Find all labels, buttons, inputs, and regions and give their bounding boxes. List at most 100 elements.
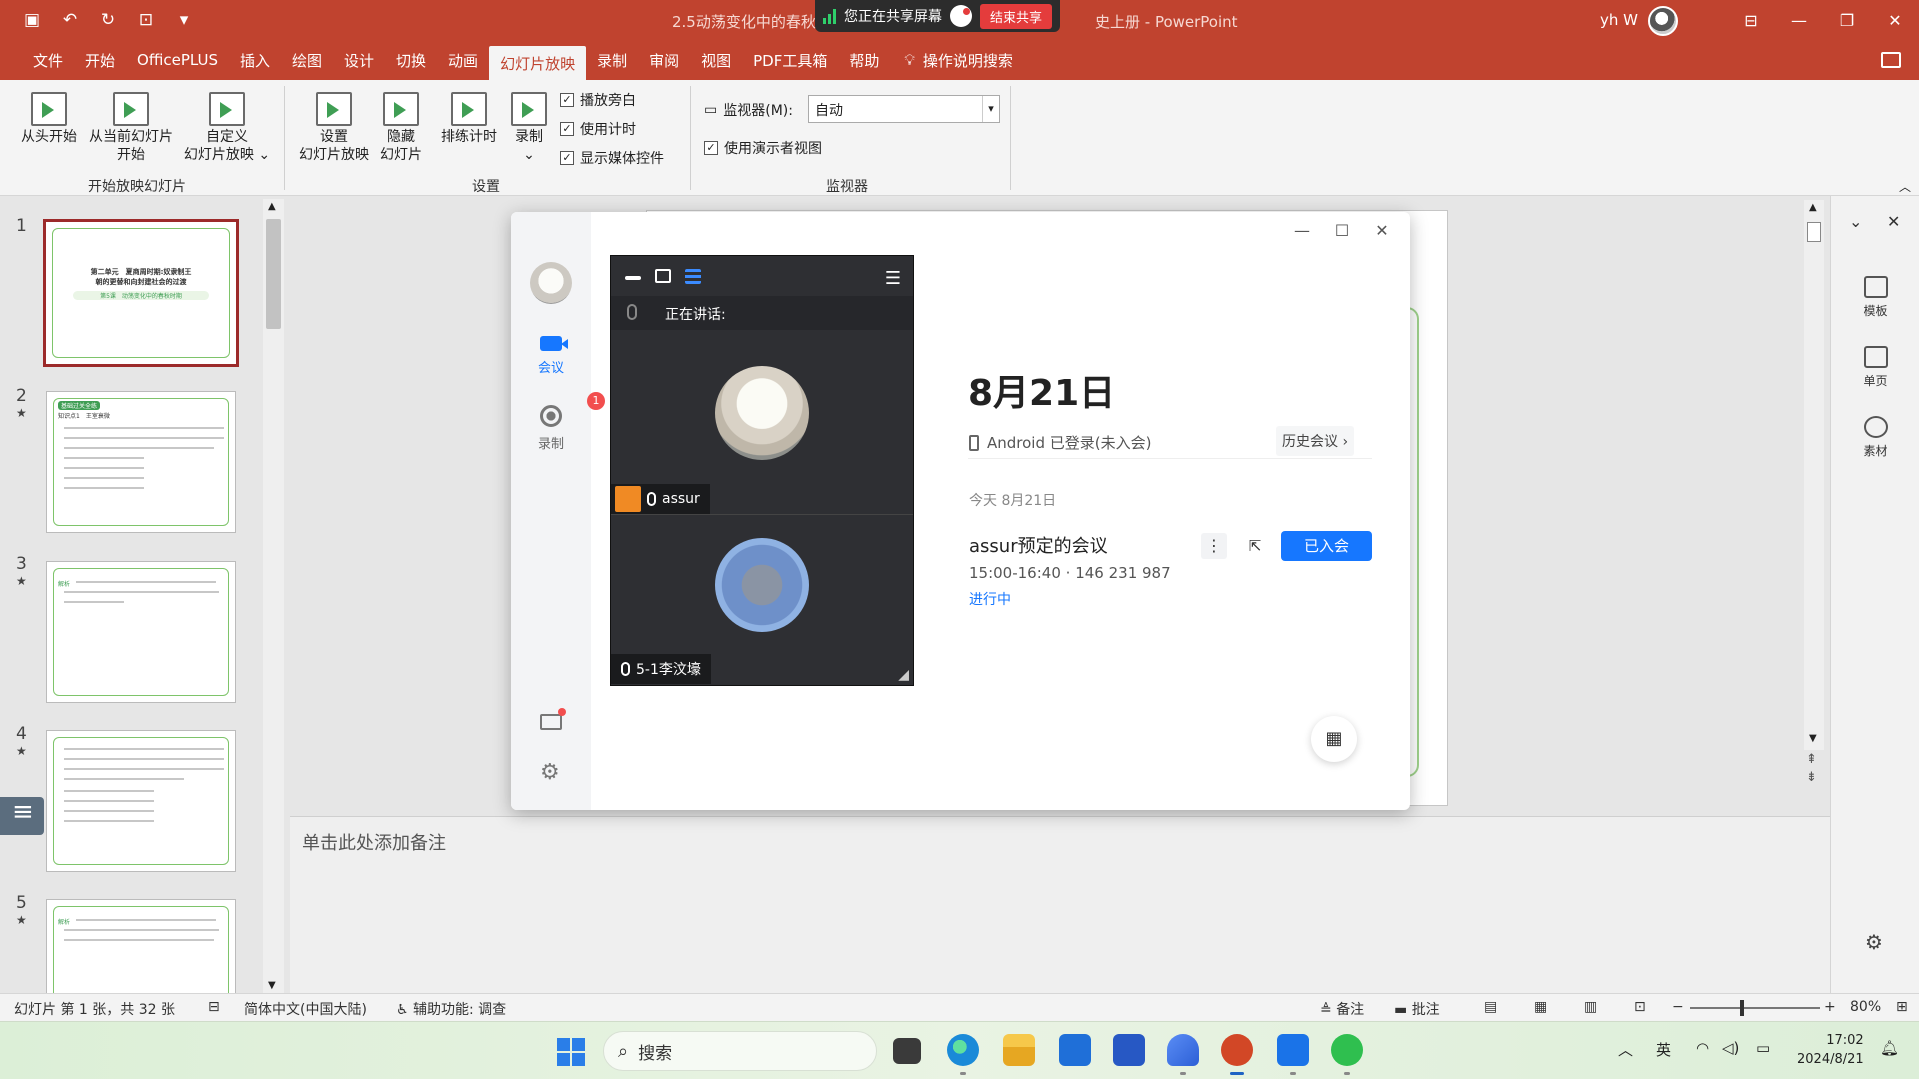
from-current-button[interactable]: 从当前幻灯片 开始: [78, 92, 184, 164]
slide-thumbnail-3[interactable]: 解析: [46, 561, 236, 703]
list-view-icon[interactable]: [685, 268, 701, 284]
sidebar-item-record[interactable]: 1 录制: [511, 392, 605, 452]
tray-overflow-icon[interactable]: ︿: [1618, 1039, 1633, 1060]
tab-7[interactable]: 动画: [437, 40, 489, 80]
accessibility-status[interactable]: ♿ 辅助功能: 调查: [396, 999, 506, 1019]
customize-qat-icon[interactable]: ▾: [172, 8, 196, 32]
meeting-title[interactable]: assur预定的会议: [969, 532, 1108, 558]
outline-view-button[interactable]: [0, 797, 44, 835]
meeting-app-icon[interactable]: [1277, 1034, 1309, 1066]
notification-bell-icon[interactable]: 🔔︎: [1880, 1039, 1899, 1057]
language-indicator[interactable]: 简体中文(中国大陆): [244, 999, 367, 1019]
narration-checkbox[interactable]: ✓ 播放旁白: [560, 90, 636, 110]
monitor-select[interactable]: 自动: [808, 95, 1000, 123]
zoom-out-icon[interactable]: −: [1672, 999, 1684, 1015]
slide-thumbnail-2[interactable]: 基础过关全练 知识点1 王室衰微: [46, 391, 236, 533]
maximize-icon[interactable]: ☐: [1322, 216, 1362, 244]
minimize-icon[interactable]: —: [1775, 0, 1823, 40]
single-view-icon[interactable]: [655, 269, 671, 283]
setup-show-button[interactable]: 设置 幻灯片放映: [294, 92, 374, 164]
tell-me-search[interactable]: 💡︎ 操作说明搜索: [890, 40, 1013, 80]
tab-5[interactable]: 设计: [333, 40, 385, 80]
battery-icon[interactable]: ▭: [1756, 1039, 1770, 1057]
avatar[interactable]: [1648, 6, 1678, 36]
rehearse-timings-button[interactable]: 排练计时: [434, 92, 504, 146]
notes-pane[interactable]: 单击此处添加备注: [290, 816, 1830, 993]
close-icon[interactable]: ✕: [1362, 216, 1402, 244]
timing-checkbox[interactable]: ✓ 使用计时: [560, 119, 636, 139]
sidebar-item-meeting[interactable]: 会议: [511, 336, 591, 376]
slide-thumbnail-5[interactable]: 解析: [46, 899, 236, 1003]
assets-button[interactable]: 素材: [1831, 416, 1919, 459]
scrollbar-thumb[interactable]: [266, 219, 281, 329]
fit-to-window-icon[interactable]: ⊞: [1896, 999, 1908, 1015]
tab-12[interactable]: PDF工具箱: [742, 40, 838, 80]
thumbnail-scrollbar[interactable]: ▲ ▼: [263, 199, 284, 993]
tab-4[interactable]: 绘图: [281, 40, 333, 80]
tab-1[interactable]: 开始: [74, 40, 126, 80]
tab-0[interactable]: 文件: [22, 40, 74, 80]
gear-icon[interactable]: ⚙: [540, 762, 560, 784]
file-explorer-icon[interactable]: [1003, 1034, 1035, 1066]
system-clock[interactable]: 17:02 2024/8/21: [1797, 1031, 1864, 1069]
normal-view-icon[interactable]: ▤: [1484, 999, 1497, 1015]
zoom-in-icon[interactable]: +: [1824, 999, 1836, 1015]
close-icon[interactable]: ✕: [1871, 0, 1919, 40]
cloud-app-icon[interactable]: [1167, 1034, 1199, 1066]
ribbon-display-icon[interactable]: ⊟: [1727, 0, 1775, 40]
chevron-down-icon[interactable]: ⌄: [1849, 212, 1862, 231]
scroll-up-icon[interactable]: ▲: [1809, 202, 1817, 213]
tab-13[interactable]: 帮助: [838, 40, 890, 80]
powerpoint-icon[interactable]: [1221, 1034, 1253, 1066]
joined-button[interactable]: 已入会: [1281, 531, 1372, 561]
slide-scrollbar[interactable]: ▲ ▼: [1804, 200, 1824, 750]
zoom-slider[interactable]: [1690, 1007, 1820, 1009]
single-page-button[interactable]: 单页: [1831, 346, 1919, 389]
slideshow-view-icon[interactable]: ⊡: [1634, 999, 1646, 1015]
wifi-icon[interactable]: ◠: [1696, 1039, 1709, 1057]
minimize-icon[interactable]: —: [1282, 216, 1322, 244]
redo-icon[interactable]: ↻: [96, 8, 120, 32]
tab-2[interactable]: OfficePLUS: [126, 40, 229, 80]
restore-icon[interactable]: ❐: [1823, 0, 1871, 40]
scroll-down-icon[interactable]: ▼: [268, 980, 276, 991]
end-share-button[interactable]: 结束共享: [980, 3, 1053, 29]
input-method-indicator[interactable]: 英: [1656, 1039, 1671, 1060]
tab-3[interactable]: 插入: [229, 40, 281, 80]
tab-11[interactable]: 视图: [690, 40, 742, 80]
tab-10[interactable]: 审阅: [638, 40, 690, 80]
comments-toggle[interactable]: ▬ 批注: [1394, 999, 1440, 1019]
prev-slide-icon[interactable]: ⇞: [1806, 752, 1817, 768]
tab-8[interactable]: 幻灯片放映: [489, 46, 587, 80]
slide-sorter-icon[interactable]: ▦: [1534, 999, 1547, 1015]
tab-6[interactable]: 切换: [385, 40, 437, 80]
undo-icon[interactable]: ↶: [58, 8, 82, 32]
close-icon[interactable]: ✕: [1887, 212, 1900, 231]
cloud-icon[interactable]: [950, 5, 972, 27]
slide-thumbnail-4[interactable]: [46, 730, 236, 872]
tab-9[interactable]: 录制: [586, 40, 638, 80]
record-button[interactable]: 录制 ⌄: [504, 92, 554, 164]
scrollbar-thumb[interactable]: [1807, 222, 1821, 242]
store-icon[interactable]: [1113, 1034, 1145, 1066]
history-meetings-link[interactable]: 历史会议 ›: [1276, 426, 1355, 456]
comments-icon[interactable]: [1881, 52, 1901, 68]
panel-menu-icon[interactable]: ☰: [885, 268, 901, 289]
taskbar-search[interactable]: ⌕ 搜索: [603, 1031, 877, 1071]
share-icon[interactable]: ⇱: [1242, 533, 1268, 559]
media-controls-checkbox[interactable]: ✓ 显示媒体控件: [560, 148, 664, 168]
task-view-icon[interactable]: [893, 1038, 921, 1064]
from-start-button[interactable]: 从头开始: [10, 92, 88, 146]
templates-button[interactable]: 模板: [1831, 276, 1919, 319]
resize-handle-icon[interactable]: ◢: [898, 667, 909, 683]
minimize-panel-icon[interactable]: [625, 276, 641, 280]
save-icon[interactable]: ▣: [20, 8, 44, 32]
settings-icon[interactable]: ⚙: [1865, 930, 1883, 954]
mail-app-icon[interactable]: [1059, 1034, 1091, 1066]
reading-view-icon[interactable]: ▥: [1584, 999, 1597, 1015]
spelling-icon[interactable]: ⊟: [208, 999, 220, 1015]
scroll-up-icon[interactable]: ▲: [268, 201, 276, 212]
more-options-icon[interactable]: ⋮: [1201, 533, 1227, 559]
slide-thumbnail-1[interactable]: 第二单元 夏商周时期:奴隶制王 朝的更替和向封建社会的过渡 第5课 动荡变化中的…: [43, 219, 239, 367]
windows-start-icon[interactable]: [557, 1038, 585, 1066]
